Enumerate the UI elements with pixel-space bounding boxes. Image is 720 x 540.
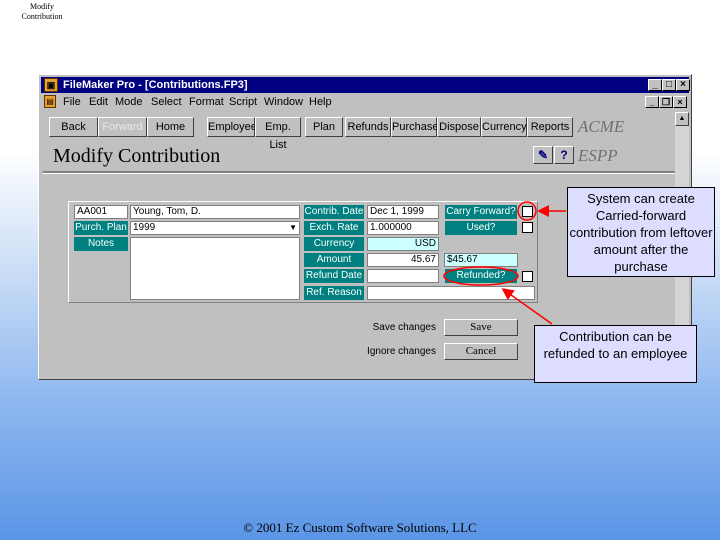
document-icon[interactable]: ▤ — [44, 95, 56, 108]
filemaker-app-icon[interactable]: ▣ — [44, 78, 58, 92]
doc-restore-icon[interactable]: ❐ — [659, 96, 673, 108]
plan-button[interactable]: Plan — [305, 117, 343, 137]
menu-help[interactable]: Help — [309, 94, 332, 110]
refund-callout: Contribution can be refunded to an emplo… — [534, 325, 697, 383]
menu-edit[interactable]: Edit — [89, 94, 108, 110]
script-icon[interactable]: ✎ — [533, 146, 553, 164]
used-label: Used? — [445, 221, 517, 235]
scroll-up-icon[interactable]: ▲ — [675, 112, 689, 126]
reports-button[interactable]: Reports — [527, 117, 573, 137]
dropdown-arrow-icon[interactable]: ▼ — [289, 222, 297, 234]
menu-window[interactable]: Window — [264, 94, 303, 110]
home-button[interactable]: Home — [147, 117, 194, 137]
menu-select[interactable]: Select — [151, 94, 182, 110]
contrib-date-label: Contrib. Date — [304, 205, 364, 219]
purchase-button[interactable]: Purchase — [391, 117, 438, 137]
menu-bar: ▤ File Edit Mode Select Format Script Wi… — [41, 94, 689, 110]
ignore-changes-label: Ignore changes — [367, 346, 436, 357]
employee-id-field[interactable]: AA001 — [74, 205, 128, 219]
dispose-button[interactable]: Dispose — [437, 117, 481, 137]
refunded-checkbox[interactable] — [522, 271, 533, 282]
currency-label: Currency — [304, 237, 364, 251]
save-changes-label: Save changes — [372, 322, 436, 333]
ref-reason-label: Ref. Reason — [304, 286, 364, 300]
menu-file[interactable]: File — [63, 94, 81, 110]
used-checkbox[interactable] — [522, 222, 533, 233]
purch-plan-dropdown[interactable]: 1999 ▼ — [130, 221, 300, 235]
slide-label: Modify Contribution — [21, 2, 63, 21]
exch-rate-field[interactable]: 1.000000 — [367, 221, 439, 235]
page-title: Modify Contribution — [53, 145, 221, 167]
acme-brand: ACME — [578, 117, 625, 136]
carry-forward-checkbox[interactable] — [522, 206, 533, 217]
save-button[interactable]: Save — [444, 319, 518, 336]
minimize-icon[interactable]: _ — [648, 79, 662, 91]
title-bar: ▣ FileMaker Pro - [Contributions.FP3] _ … — [41, 77, 690, 93]
purch-plan-label: Purch. Plan — [74, 221, 128, 235]
refunds-button[interactable]: Refunds — [345, 117, 391, 137]
menu-mode[interactable]: Mode — [115, 94, 143, 110]
employee-name-field[interactable]: Young, Tom, D. — [130, 205, 300, 219]
amount-field[interactable]: 45.67 — [367, 253, 439, 267]
contrib-date-field[interactable]: Dec 1, 1999 — [367, 205, 439, 219]
help-icon[interactable]: ? — [554, 146, 574, 164]
back-button[interactable]: Back — [49, 117, 98, 137]
ref-reason-field[interactable] — [367, 286, 535, 300]
employee-button[interactable]: Employee — [207, 117, 257, 137]
header-divider — [43, 171, 675, 174]
amount-label: Amount — [304, 253, 364, 267]
close-icon[interactable]: × — [676, 79, 690, 91]
carry-forward-label: Carry Forward? — [445, 205, 517, 219]
menu-script[interactable]: Script — [229, 94, 257, 110]
forward-button[interactable]: Forward — [98, 117, 147, 137]
carry-forward-callout: System can create Carried-forward contri… — [567, 187, 715, 277]
amount-converted-field: $45.67 — [444, 253, 518, 267]
maximize-icon[interactable]: □ — [662, 79, 676, 91]
currency-field[interactable]: USD — [367, 237, 439, 251]
purch-plan-value: 1999 — [133, 222, 156, 233]
window-title: FileMaker Pro - [Contributions.FP3] — [63, 79, 248, 91]
cancel-button[interactable]: Cancel — [444, 343, 518, 360]
emp-list-button[interactable]: Emp. List — [255, 117, 301, 151]
refund-date-field[interactable] — [367, 269, 439, 283]
menu-format[interactable]: Format — [189, 94, 224, 110]
currency-button[interactable]: Currency — [481, 117, 527, 137]
exch-rate-label: Exch. Rate — [304, 221, 364, 235]
notes-field[interactable] — [130, 237, 300, 300]
espp-brand: ESPP — [578, 146, 618, 165]
doc-minimize-icon[interactable]: _ — [645, 96, 659, 108]
notes-label: Notes — [74, 237, 128, 251]
copyright-footer: © 2001 Ez Custom Software Solutions, LLC — [243, 520, 477, 535]
doc-close-icon[interactable]: × — [673, 96, 687, 108]
refund-date-label: Refund Date — [304, 269, 364, 283]
refunded-label: Refunded? — [445, 269, 517, 283]
